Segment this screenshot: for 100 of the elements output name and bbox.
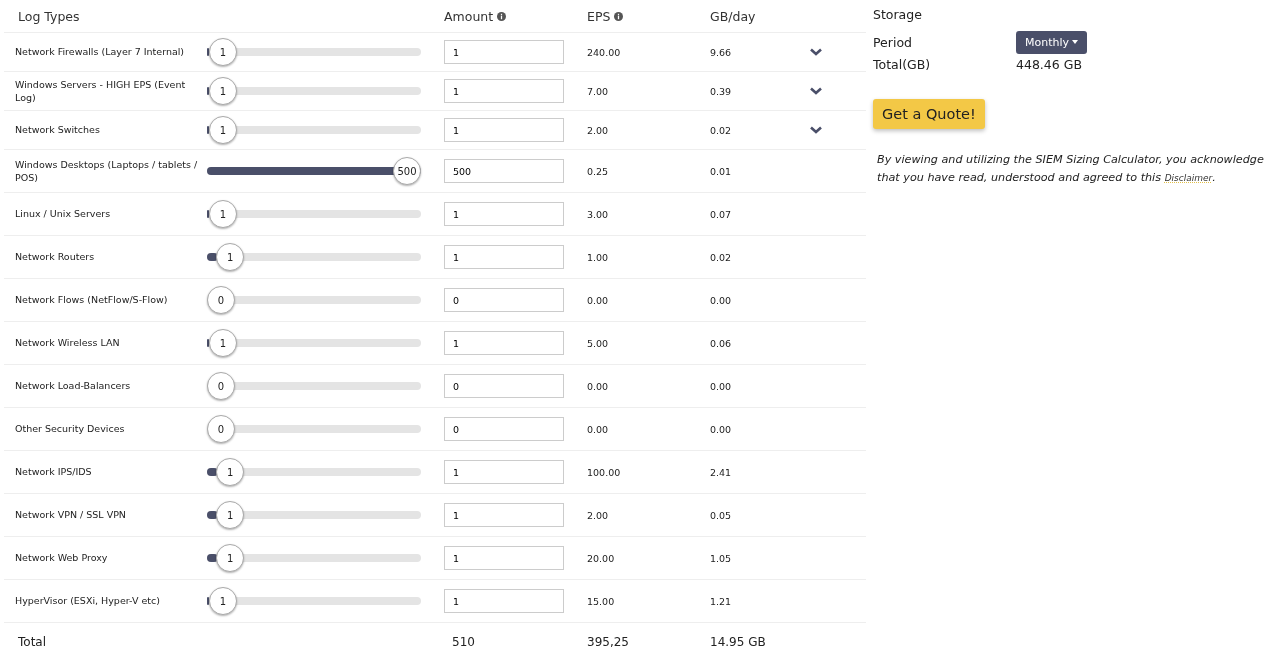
eps-value: 2.00 (587, 509, 610, 521)
column-header: Log Types (17, 8, 81, 24)
gb-day-value: 0.00 (710, 380, 733, 392)
slider-thumb[interactable]: 1 (208, 38, 237, 66)
eps-value: 5.00 (587, 337, 610, 349)
amount-input[interactable]: 1 (444, 546, 564, 570)
amount-slider[interactable]: 1 (207, 457, 421, 487)
gb-day-value: 2.41 (710, 466, 733, 478)
amount-slider[interactable]: 1 (207, 115, 421, 145)
amount-input[interactable]: 0 (444, 288, 564, 312)
amount-slider[interactable]: 1 (207, 37, 421, 67)
log-type-label: Network Routers (14, 250, 96, 264)
column-header: GB/day (710, 8, 757, 24)
slider-fill (207, 87, 210, 95)
gb-day-value: 1.05 (710, 552, 733, 564)
info-icon[interactable] (614, 11, 624, 21)
chevron-down-icon[interactable] (810, 86, 822, 95)
amount-input[interactable]: 1 (444, 245, 564, 269)
slider-thumb[interactable]: 1 (216, 544, 245, 572)
log-type-label: Network Switches (14, 123, 101, 137)
slider-thumb[interactable]: 1 (208, 329, 237, 357)
period-label: Period (873, 34, 913, 50)
caret-icon (1072, 40, 1079, 44)
slider-fill (207, 126, 210, 134)
amount-slider[interactable]: 1 (207, 199, 421, 229)
slider-thumb[interactable]: 0 (207, 372, 235, 400)
amount-slider[interactable]: 0 (207, 414, 421, 444)
slider-fill (207, 210, 210, 218)
gb-day-value: 0.01 (710, 165, 733, 177)
amount-input[interactable]: 0 (444, 374, 564, 398)
log-type-label: Network IPS/IDS (14, 465, 93, 479)
amount-input[interactable]: 1 (444, 79, 564, 103)
eps-value: 0.25 (587, 165, 610, 177)
slider-fill (207, 253, 218, 261)
slider-fill (207, 511, 218, 519)
total-gb-value: 448.46 GB (1016, 56, 1083, 72)
amount-slider[interactable]: 1 (207, 543, 421, 573)
log-type-label: Network Load-Balancers (14, 379, 132, 393)
chevron-down-icon[interactable] (810, 47, 822, 56)
disclaimer-text: By viewing and utilizing the SIEM Sizing Calculator, you acknowledge that you have read, understood and agreed to this Disclaimer. (876, 152, 1265, 186)
slider-fill (207, 48, 210, 56)
total-eps: 395,25 (587, 635, 630, 649)
slider-fill (207, 339, 210, 347)
amount-slider[interactable]: 1 (207, 328, 421, 358)
slider-fill (207, 468, 218, 476)
slider-thumb[interactable]: 1 (208, 587, 237, 615)
slider-thumb[interactable]: 1 (208, 116, 237, 144)
gb-day-value: 0.05 (710, 509, 733, 521)
column-header: Amount (444, 8, 587, 24)
eps-value: 20.00 (587, 552, 616, 564)
get-quote-button[interactable]: Get a Quote! (873, 99, 985, 129)
amount-slider[interactable]: 0 (207, 371, 421, 401)
amount-slider[interactable]: 0 (207, 285, 421, 315)
gb-day-value: 0.02 (710, 251, 733, 263)
slider-thumb[interactable]: 1 (216, 458, 245, 486)
gb-day-value: 0.07 (710, 208, 733, 220)
amount-input[interactable]: 1 (444, 331, 564, 355)
slider-thumb[interactable]: 1 (216, 243, 245, 271)
log-type-label: Network Web Proxy (14, 551, 109, 565)
amount-input[interactable]: 1 (444, 40, 564, 64)
slider-thumb[interactable]: 0 (207, 286, 235, 314)
total-label: Total (17, 635, 48, 649)
slider-thumb[interactable]: 0 (207, 415, 235, 443)
eps-value: 3.00 (587, 208, 610, 220)
amount-slider[interactable]: 1 (207, 76, 421, 106)
amount-input[interactable]: 1 (444, 118, 564, 142)
amount-slider[interactable]: 1 (207, 586, 421, 616)
log-type-label: Network Firewalls (Layer 7 Internal) (14, 45, 186, 59)
info-icon[interactable] (497, 11, 507, 21)
log-type-label: Network VPN / SSL VPN (14, 508, 127, 522)
eps-value: 100.00 (587, 466, 622, 478)
eps-value: 15.00 (587, 595, 616, 607)
period-dropdown[interactable]: Monthly (1016, 30, 1088, 54)
eps-value: 0.00 (587, 294, 610, 306)
amount-slider[interactable]: 1 (207, 242, 421, 272)
gb-day-value: 0.00 (710, 423, 733, 435)
disclaimer-link[interactable]: Disclaimer (1164, 172, 1213, 183)
slider-thumb[interactable]: 500 (393, 157, 421, 185)
slider-thumb[interactable]: 1 (216, 501, 245, 529)
log-type-label: Linux / Unix Servers (14, 207, 112, 221)
slider-fill (207, 554, 218, 562)
amount-input[interactable]: 500 (444, 159, 564, 183)
log-type-label: Windows Desktops (Laptops / tablets / POS) (14, 157, 199, 185)
slider-thumb[interactable]: 1 (208, 200, 237, 228)
gb-day-value: 9.66 (710, 46, 733, 58)
amount-input[interactable]: 0 (444, 417, 564, 441)
amount-slider[interactable]: 1 (207, 500, 421, 530)
chevron-down-icon[interactable] (810, 125, 822, 134)
amount-input[interactable]: 1 (444, 589, 564, 613)
amount-input[interactable]: 1 (444, 503, 564, 527)
gb-day-value: 0.00 (710, 294, 733, 306)
amount-slider[interactable]: 500 (207, 156, 421, 186)
amount-input[interactable]: 1 (444, 202, 564, 226)
log-type-label: Network Flows (NetFlow/S-Flow) (14, 293, 169, 307)
log-type-label: Other Security Devices (14, 422, 126, 436)
eps-value: 0.00 (587, 423, 610, 435)
log-type-label: HyperVisor (ESXi, Hyper-V etc) (14, 594, 161, 608)
log-type-label: Network Wireless LAN (14, 336, 121, 350)
amount-input[interactable]: 1 (444, 460, 564, 484)
slider-thumb[interactable]: 1 (208, 77, 237, 105)
